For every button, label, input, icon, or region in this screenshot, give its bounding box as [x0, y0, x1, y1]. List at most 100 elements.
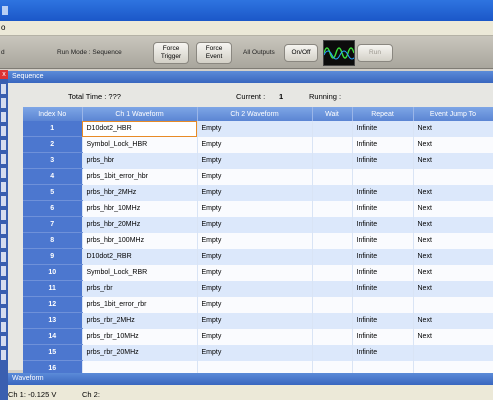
table-row[interactable]: 2 Symbol_Lock_HBR Empty Infinite Next: [23, 136, 493, 153]
ch2-waveform-cell[interactable]: Empty: [197, 168, 313, 185]
ch2-waveform-cell[interactable]: Empty: [197, 344, 313, 361]
ch1-waveform-cell[interactable]: D10dot2_HBR: [82, 121, 198, 137]
event-jump-cell[interactable]: Next: [413, 121, 493, 137]
table-row[interactable]: 7 prbs_hbr_20MHz Empty Infinite Next: [23, 216, 493, 233]
event-jump-cell[interactable]: [413, 344, 493, 361]
event-jump-cell[interactable]: Next: [413, 136, 493, 153]
wait-cell[interactable]: [312, 152, 353, 169]
row-index[interactable]: 8: [23, 232, 83, 249]
ch1-waveform-cell[interactable]: prbs_hbr_10MHz: [82, 200, 198, 217]
wait-cell[interactable]: [312, 121, 353, 137]
wait-cell[interactable]: [312, 312, 353, 329]
row-index[interactable]: 5: [23, 184, 83, 201]
run-button[interactable]: Run: [357, 44, 393, 62]
repeat-cell[interactable]: Infinite: [352, 184, 414, 201]
table-row[interactable]: 15 prbs_rbr_20MHz Empty Infinite: [23, 344, 493, 361]
column-header-ch1-waveform[interactable]: Ch 1 Waveform: [82, 107, 198, 121]
repeat-cell[interactable]: Infinite: [352, 344, 414, 361]
column-header-index[interactable]: Index No: [23, 107, 83, 121]
column-header-ch2-waveform[interactable]: Ch 2 Waveform: [197, 107, 313, 121]
table-row[interactable]: 8 prbs_hbr_100MHz Empty Infinite Next: [23, 232, 493, 249]
ch2-waveform-cell[interactable]: Empty: [197, 312, 313, 329]
wait-cell[interactable]: [312, 296, 353, 313]
table-row[interactable]: 6 prbs_hbr_10MHz Empty Infinite Next: [23, 200, 493, 217]
repeat-cell[interactable]: Infinite: [352, 248, 414, 265]
ch1-waveform-cell[interactable]: prbs_hbr: [82, 152, 198, 169]
event-jump-cell[interactable]: Next: [413, 216, 493, 233]
wait-cell[interactable]: [312, 200, 353, 217]
close-icon[interactable]: x: [0, 70, 8, 79]
repeat-cell[interactable]: Infinite: [352, 312, 414, 329]
event-jump-cell[interactable]: Next: [413, 200, 493, 217]
event-jump-cell[interactable]: [413, 296, 493, 313]
wait-cell[interactable]: [312, 264, 353, 281]
force-event-button[interactable]: Force Event: [196, 42, 232, 64]
ch1-waveform-cell[interactable]: prbs_rbr_20MHz: [82, 344, 198, 361]
event-jump-cell[interactable]: Next: [413, 232, 493, 249]
event-jump-cell[interactable]: Next: [413, 184, 493, 201]
column-header-event-jump[interactable]: Event Jump To: [413, 107, 493, 121]
ch2-waveform-cell[interactable]: Empty: [197, 216, 313, 233]
wait-cell[interactable]: [312, 280, 353, 297]
repeat-cell[interactable]: Infinite: [352, 328, 414, 345]
event-jump-cell[interactable]: Next: [413, 328, 493, 345]
row-index[interactable]: 6: [23, 200, 83, 217]
ch1-waveform-cell[interactable]: prbs_hbr_2MHz: [82, 184, 198, 201]
ch1-waveform-cell[interactable]: D10dot2_RBR: [82, 248, 198, 265]
table-row[interactable]: 1 D10dot2_HBR Empty Infinite Next: [23, 121, 493, 137]
ch2-waveform-cell[interactable]: Empty: [197, 296, 313, 313]
event-jump-cell[interactable]: Next: [413, 152, 493, 169]
wait-cell[interactable]: [312, 184, 353, 201]
row-index[interactable]: 7: [23, 216, 83, 233]
ch2-waveform-cell[interactable]: Empty: [197, 184, 313, 201]
wait-cell[interactable]: [312, 136, 353, 153]
event-jump-cell[interactable]: Next: [413, 312, 493, 329]
wait-cell[interactable]: [312, 344, 353, 361]
table-row[interactable]: 14 prbs_rbr_10MHz Empty Infinite Next: [23, 328, 493, 345]
repeat-cell[interactable]: [352, 168, 414, 185]
ch2-waveform-cell[interactable]: Empty: [197, 248, 313, 265]
column-header-wait[interactable]: Wait: [312, 107, 353, 121]
wait-cell[interactable]: [312, 248, 353, 265]
table-row[interactable]: 13 prbs_rbr_2MHz Empty Infinite Next: [23, 312, 493, 329]
ch1-waveform-cell[interactable]: Symbol_Lock_HBR: [82, 136, 198, 153]
menu-item-fragment[interactable]: o: [1, 23, 5, 32]
repeat-cell[interactable]: Infinite: [352, 152, 414, 169]
table-row[interactable]: 5 prbs_hbr_2MHz Empty Infinite Next: [23, 184, 493, 201]
ch1-waveform-cell[interactable]: prbs_1bit_error_rbr: [82, 296, 198, 313]
ch1-waveform-cell[interactable]: Symbol_Lock_RBR: [82, 264, 198, 281]
repeat-cell[interactable]: Infinite: [352, 232, 414, 249]
force-trigger-button[interactable]: Force Trigger: [153, 42, 189, 64]
ch1-waveform-cell[interactable]: prbs_hbr_100MHz: [82, 232, 198, 249]
table-row[interactable]: 10 Symbol_Lock_RBR Empty Infinite Next: [23, 264, 493, 281]
row-index[interactable]: 10: [23, 264, 83, 281]
repeat-cell[interactable]: Infinite: [352, 280, 414, 297]
repeat-cell[interactable]: Infinite: [352, 121, 414, 137]
table-row[interactable]: 12 prbs_1bit_error_rbr Empty: [23, 296, 493, 313]
row-index[interactable]: 2: [23, 136, 83, 153]
event-jump-cell[interactable]: Next: [413, 248, 493, 265]
row-index[interactable]: 14: [23, 328, 83, 345]
repeat-cell[interactable]: Infinite: [352, 136, 414, 153]
on-off-button[interactable]: On/Off: [284, 44, 318, 62]
row-index[interactable]: 12: [23, 296, 83, 313]
event-jump-cell[interactable]: [413, 168, 493, 185]
ch2-waveform-cell[interactable]: Empty: [197, 264, 313, 281]
row-index[interactable]: 3: [23, 152, 83, 169]
wait-cell[interactable]: [312, 168, 353, 185]
table-row[interactable]: 4 prbs_1bit_error_hbr Empty: [23, 168, 493, 185]
wait-cell[interactable]: [312, 232, 353, 249]
row-index[interactable]: 4: [23, 168, 83, 185]
event-jump-cell[interactable]: Next: [413, 280, 493, 297]
repeat-cell[interactable]: [352, 296, 414, 313]
row-index[interactable]: 15: [23, 344, 83, 361]
table-row[interactable]: 3 prbs_hbr Empty Infinite Next: [23, 152, 493, 169]
table-row[interactable]: 11 prbs_rbr Empty Infinite Next: [23, 280, 493, 297]
row-index[interactable]: 1: [23, 121, 83, 137]
repeat-cell[interactable]: Infinite: [352, 200, 414, 217]
repeat-cell[interactable]: Infinite: [352, 264, 414, 281]
ch2-waveform-cell[interactable]: Empty: [197, 121, 313, 137]
wait-cell[interactable]: [312, 216, 353, 233]
row-index[interactable]: 11: [23, 280, 83, 297]
ch2-waveform-cell[interactable]: Empty: [197, 152, 313, 169]
